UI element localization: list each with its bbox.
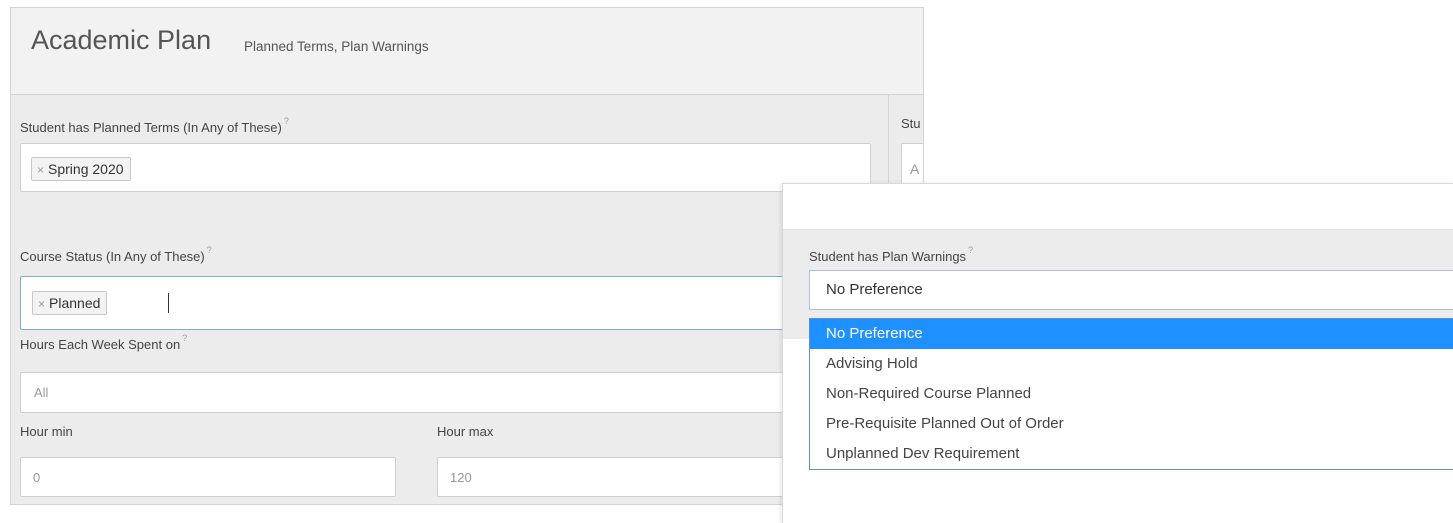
hour-min-input[interactable]: 0	[20, 457, 396, 497]
planned-terms-label-text: Student has Planned Terms (In Any of The…	[20, 120, 282, 135]
panel-title: Academic Plan	[31, 25, 212, 55]
dropdown-option[interactable]: Unplanned Dev Requirement	[810, 439, 1453, 469]
text-caret	[168, 293, 169, 313]
help-icon[interactable]: ?	[284, 116, 289, 126]
status-tag: × Planned	[32, 291, 108, 315]
hour-min-label: Hour min	[20, 424, 73, 439]
panel-subtitle: Planned Terms, Plan Warnings	[244, 39, 429, 54]
hour-min-placeholder: 0	[33, 470, 41, 485]
plan-warnings-label-text: Student has Plan Warnings	[809, 249, 967, 264]
plan-warnings-select[interactable]: No Preference	[809, 270, 1453, 310]
help-icon[interactable]: ?	[968, 245, 973, 255]
hour-max-input[interactable]: 120	[437, 457, 813, 497]
plan-warnings-dropdown: No Preference Advising Hold Non-Required…	[809, 318, 1453, 470]
dropdown-option[interactable]: Advising Hold	[810, 349, 1453, 379]
dropdown-option[interactable]: No Preference	[810, 319, 1453, 349]
remove-tag-icon[interactable]: ×	[38, 297, 45, 311]
status-tag-label: Planned	[49, 295, 101, 311]
planned-terms-label: Student has Planned Terms (In Any of The…	[20, 116, 289, 135]
hours-week-value: All	[34, 385, 49, 400]
term-tag: × Spring 2020	[31, 157, 131, 181]
hour-max-placeholder: 120	[450, 470, 472, 485]
help-icon[interactable]: ?	[207, 245, 212, 255]
hours-week-label: Hours Each Week Spent on?	[20, 333, 187, 352]
dropdown-option[interactable]: Pre-Requisite Planned Out of Order	[810, 409, 1453, 439]
right-column-label: Stu	[901, 116, 921, 131]
term-tag-label: Spring 2020	[48, 161, 124, 177]
plan-warnings-label: Student has Plan Warnings?	[809, 245, 973, 264]
course-status-label-text: Course Status (In Any of These)	[20, 249, 205, 264]
dropdown-option[interactable]: Non-Required Course Planned	[810, 379, 1453, 409]
course-status-label: Course Status (In Any of These)?	[20, 245, 212, 264]
right-column-value: A	[910, 161, 920, 177]
help-icon[interactable]: ?	[182, 333, 187, 343]
panel-header: Academic Plan Planned Terms, Plan Warnin…	[11, 8, 923, 95]
hours-week-label-text: Hours Each Week Spent on	[20, 337, 181, 352]
hour-max-label: Hour max	[437, 424, 494, 439]
planned-terms-input[interactable]: × Spring 2020	[20, 143, 871, 192]
plan-warnings-dialog: Student has Plan Warnings? No Preference…	[782, 183, 1453, 523]
remove-tag-icon[interactable]: ×	[37, 163, 44, 177]
